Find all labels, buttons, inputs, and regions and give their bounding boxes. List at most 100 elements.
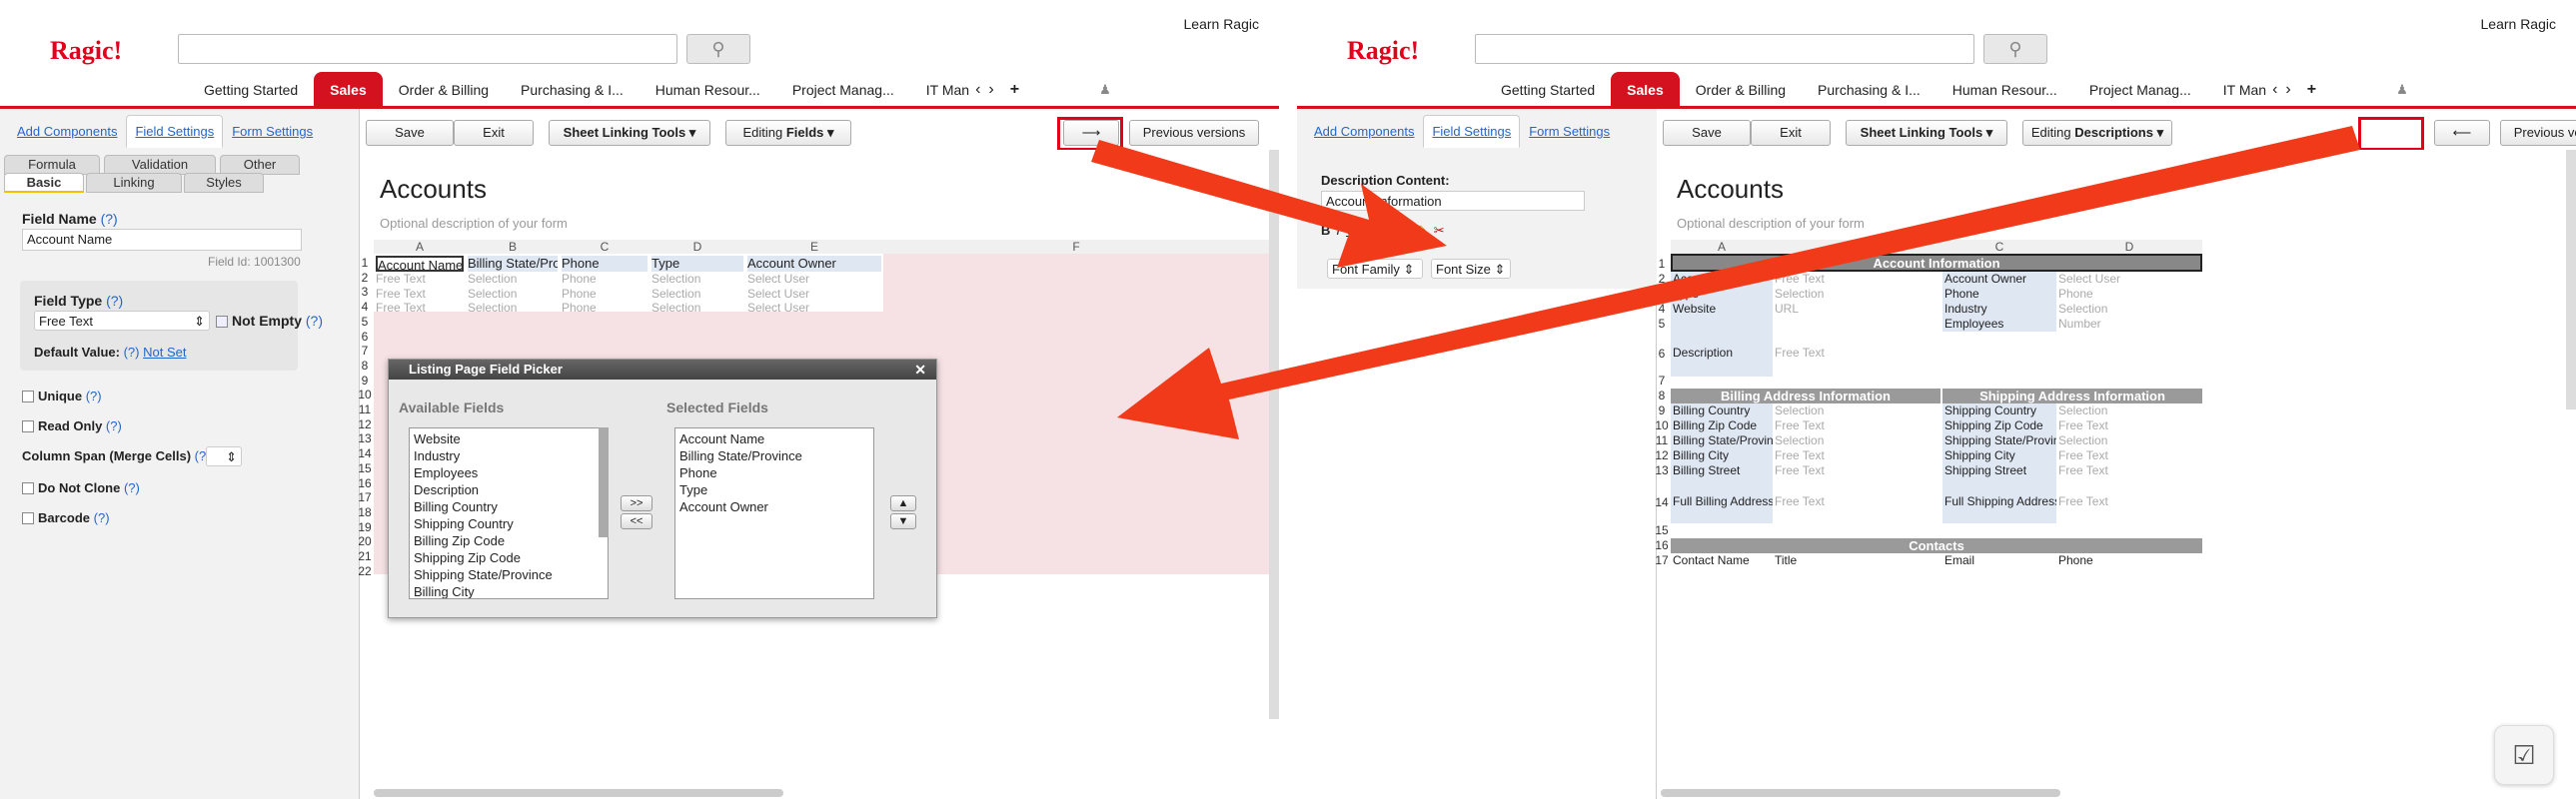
- tab-human-resources[interactable]: Human Resour...: [640, 72, 776, 108]
- field-label[interactable]: Billing Street: [1673, 463, 1773, 477]
- row-number[interactable]: 2: [1653, 272, 1671, 286]
- field-value[interactable]: Free Text: [2058, 448, 2200, 462]
- previous-versions-button[interactable]: Previous versions: [1129, 120, 1259, 146]
- row-number[interactable]: 17: [1653, 553, 1671, 567]
- description-content-input[interactable]: Account Information: [1321, 191, 1585, 211]
- row-number[interactable]: 3: [356, 285, 374, 299]
- exit-button[interactable]: Exit: [454, 120, 534, 146]
- editing-mode-button[interactable]: Editing Fields ▾: [725, 120, 851, 146]
- save-button[interactable]: Save: [366, 120, 454, 146]
- sheet-linking-tools-button[interactable]: Sheet Linking Tools ▾: [1846, 120, 2007, 146]
- field-value[interactable]: Free Text: [1775, 346, 1940, 360]
- field-label[interactable]: Description: [1673, 346, 1773, 360]
- tab-it-management[interactable]: IT Man: [910, 72, 973, 108]
- field-label[interactable]: Website: [1673, 302, 1773, 316]
- save-check-icon[interactable]: ☑: [2494, 725, 2554, 785]
- tabs-scroll-left-icon[interactable]: ‹: [973, 72, 982, 108]
- row-number[interactable]: 11: [356, 402, 374, 416]
- form-description[interactable]: Optional description of your form: [380, 216, 568, 231]
- field-label[interactable]: Shipping City: [1944, 448, 2056, 462]
- subtab-linking[interactable]: Linking: [86, 173, 182, 193]
- placeholder-cell[interactable]: Selection: [468, 287, 558, 301]
- row-number[interactable]: 9: [1653, 403, 1671, 417]
- row-number[interactable]: 4: [356, 300, 374, 314]
- exit-button[interactable]: Exit: [1751, 120, 1831, 146]
- tabs-scroll-left-icon[interactable]: ‹: [2270, 72, 2279, 108]
- placeholder-cell[interactable]: Select User: [747, 272, 881, 286]
- selected-field-item[interactable]: Account Owner: [679, 498, 869, 515]
- tab-add-components[interactable]: Add Components: [8, 115, 126, 148]
- move-up-icon[interactable]: ▲: [890, 495, 916, 511]
- help-icon[interactable]: (?): [101, 211, 118, 227]
- row-number[interactable]: 17: [356, 490, 374, 504]
- read-only-checkbox[interactable]: Read Only (?): [22, 418, 122, 433]
- row-number[interactable]: 6: [1653, 347, 1671, 361]
- tab-sales[interactable]: Sales: [1611, 72, 1680, 108]
- search-input[interactable]: [1475, 34, 1974, 64]
- search-button[interactable]: ⚲: [686, 34, 750, 64]
- available-field-item[interactable]: Billing City: [414, 583, 604, 598]
- tab-add-components[interactable]: Add Components: [1305, 115, 1423, 148]
- row-number[interactable]: 8: [356, 359, 374, 373]
- field-value[interactable]: Selection: [2058, 302, 2200, 316]
- previous-versions-button[interactable]: Previous versions: [2500, 120, 2576, 146]
- column-header[interactable]: B: [466, 240, 560, 254]
- field-label[interactable]: Shipping State/Province: [1944, 433, 2056, 447]
- row-number[interactable]: 7: [356, 344, 374, 358]
- field-value[interactable]: Title: [1775, 553, 1940, 567]
- field-value[interactable]: Selection: [2058, 403, 2200, 417]
- placeholder-cell[interactable]: Select User: [747, 287, 881, 301]
- underline-icon[interactable]: U: [1346, 223, 1361, 238]
- field-label[interactable]: Billing Zip Code: [1673, 418, 1773, 432]
- add-tab-icon[interactable]: +: [1000, 72, 1029, 108]
- field-value[interactable]: Free Text: [2058, 463, 2200, 477]
- barcode-checkbox[interactable]: Barcode (?): [22, 510, 110, 525]
- tab-project-management[interactable]: Project Manag...: [2073, 72, 2207, 108]
- learn-ragic-link[interactable]: Learn Ragic: [2481, 16, 2557, 32]
- sheet-linking-tools-button[interactable]: Sheet Linking Tools ▾: [549, 120, 710, 146]
- field-value[interactable]: Phone: [2058, 553, 2200, 567]
- field-value[interactable]: Selection: [1775, 403, 1940, 417]
- row-number[interactable]: 20: [356, 534, 374, 548]
- row-number[interactable]: 14: [1653, 495, 1671, 509]
- font-color-icon[interactable]: A: [1402, 223, 1417, 238]
- placeholder-cell[interactable]: Phone: [562, 287, 647, 301]
- field-label[interactable]: Billing State/Province: [1673, 433, 1773, 447]
- move-down-icon[interactable]: ▼: [890, 513, 916, 529]
- placeholder-cell[interactable]: Phone: [562, 272, 647, 286]
- available-fields-list[interactable]: Website Industry Employees Description Billi…: [409, 427, 609, 599]
- field-value[interactable]: Number: [2058, 317, 2200, 331]
- field-value[interactable]: Free Text: [2058, 494, 2200, 508]
- search-input[interactable]: [178, 34, 677, 64]
- field-label[interactable]: Shipping Street: [1944, 463, 2056, 477]
- subtab-styles[interactable]: Styles: [184, 173, 264, 193]
- add-field-button[interactable]: >>: [621, 495, 652, 511]
- available-field-item[interactable]: Description: [414, 481, 604, 498]
- row-number[interactable]: 6: [356, 330, 374, 344]
- learn-ragic-link[interactable]: Learn Ragic: [1184, 16, 1260, 32]
- row-number[interactable]: 10: [1653, 418, 1671, 432]
- field-label[interactable]: Billing Country: [1673, 403, 1773, 417]
- ragic-logo[interactable]: Ragic!: [50, 36, 122, 66]
- row-number[interactable]: 21: [356, 549, 374, 563]
- subtab-other[interactable]: Other: [220, 155, 300, 175]
- field-value[interactable]: Selection: [1775, 287, 1940, 301]
- add-tab-icon[interactable]: +: [2297, 72, 2326, 108]
- header-cell[interactable]: Account Owner: [747, 256, 881, 272]
- tab-form-settings[interactable]: Form Settings: [223, 115, 322, 148]
- editing-mode-button[interactable]: Editing Descriptions ▾: [2022, 120, 2172, 146]
- tab-purchasing[interactable]: Purchasing & I...: [1802, 72, 1936, 108]
- field-value[interactable]: Free Text: [1775, 494, 1940, 508]
- row-number[interactable]: 2: [356, 271, 374, 285]
- field-value[interactable]: Free Text: [1775, 448, 1940, 462]
- horizontal-scrollbar[interactable]: [374, 789, 783, 797]
- row-number[interactable]: 5: [1653, 317, 1671, 331]
- tab-field-settings[interactable]: Field Settings: [126, 115, 224, 148]
- subtab-formula[interactable]: Formula: [4, 155, 100, 175]
- placeholder-cell[interactable]: Free Text: [376, 272, 464, 286]
- row-number[interactable]: 19: [356, 520, 374, 534]
- notification-bell-icon[interactable]: ♟: [1089, 72, 1121, 108]
- field-label[interactable]: Phone: [1944, 287, 2056, 301]
- row-number[interactable]: 14: [356, 446, 374, 460]
- placeholder-cell[interactable]: Selection: [651, 287, 743, 301]
